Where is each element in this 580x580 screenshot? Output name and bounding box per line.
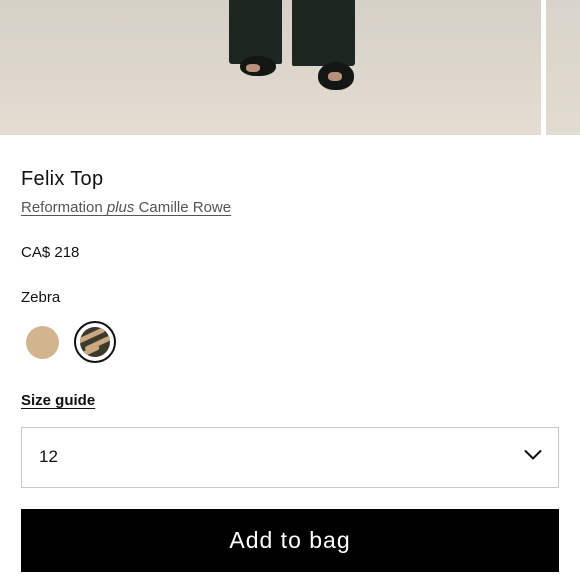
product-title: Felix Top: [21, 168, 104, 190]
size-select-value: 12: [39, 447, 58, 466]
color-swatch-tan[interactable]: [26, 326, 59, 359]
brand-name: Reformation: [21, 199, 103, 216]
add-to-bag-button[interactable]: Add to bag: [21, 509, 559, 572]
chevron-down-icon: [524, 450, 542, 460]
size-select[interactable]: 12: [21, 427, 559, 488]
collab-connector: plus: [106, 199, 135, 216]
photo-detail: [229, 0, 282, 64]
collaboration-link[interactable]: Reformation plus Camille Rowe: [21, 199, 231, 216]
product-image-carousel[interactable]: [0, 0, 580, 135]
photo-detail: [328, 72, 342, 81]
partner-name: Camille Rowe: [138, 199, 232, 216]
photo-detail: [292, 0, 355, 66]
product-photo[interactable]: [0, 0, 541, 135]
photo-detail: [246, 64, 260, 72]
next-product-photo[interactable]: [546, 0, 580, 135]
product-price: CA$ 218: [21, 244, 80, 261]
color-swatch-zebra[interactable]: [74, 321, 116, 363]
selected-color-label: Zebra: [21, 289, 61, 306]
size-guide-link[interactable]: Size guide: [21, 392, 95, 409]
zebra-pattern: [80, 327, 110, 357]
